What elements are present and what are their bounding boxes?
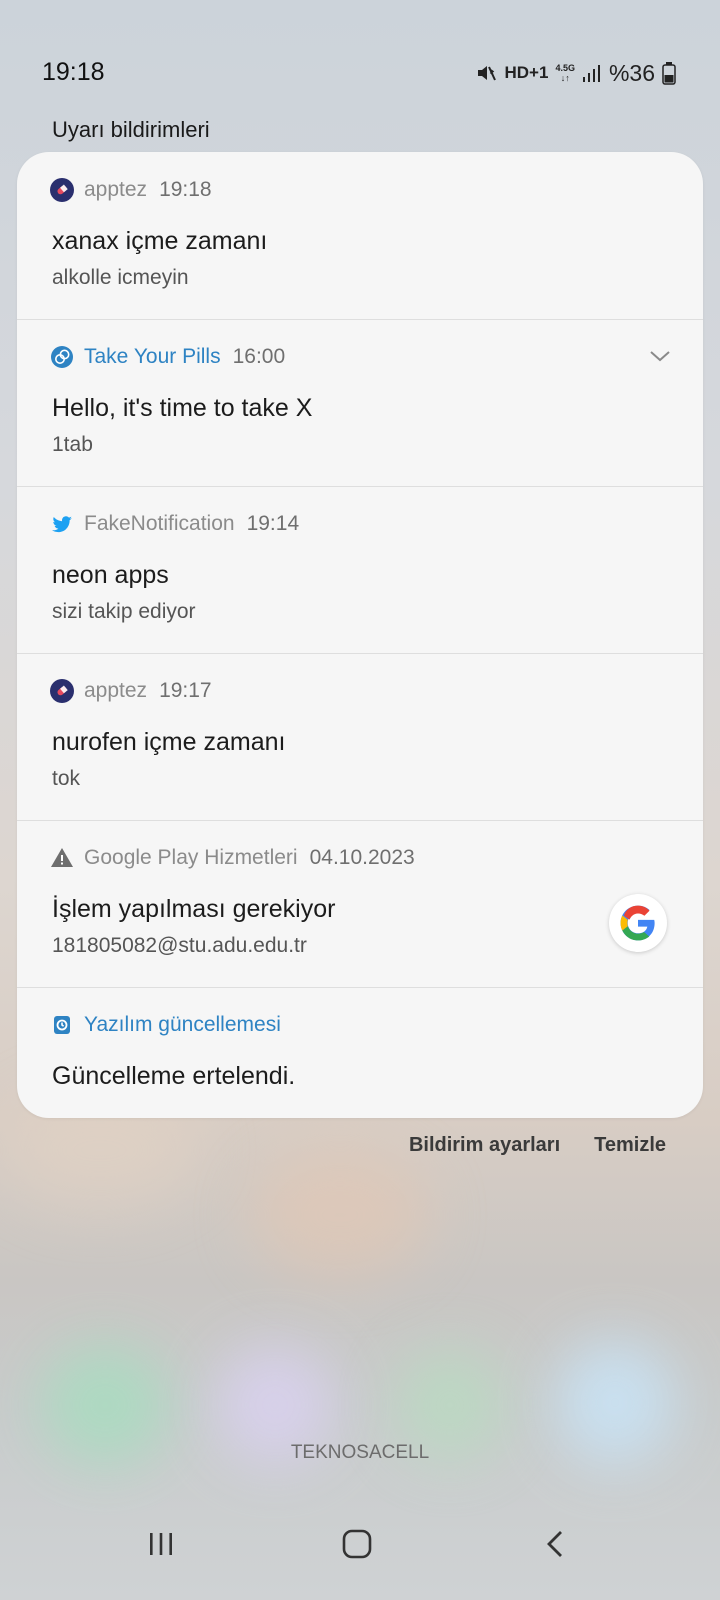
notification-time: 19:17 xyxy=(159,679,212,702)
app-name: Take Your Pills xyxy=(84,345,221,368)
wallpaper-blur xyxy=(250,1150,430,1280)
clock: 19:18 xyxy=(42,58,105,86)
apptez-icon xyxy=(50,178,74,202)
notification-item[interactable]: Google Play Hizmetleri 04.10.2023 İşlem … xyxy=(17,820,703,988)
notification-time: 19:14 xyxy=(246,512,300,535)
notification-body: alkolle icmeyin xyxy=(52,266,189,289)
notification-settings-button[interactable]: Bildirim ayarları xyxy=(409,1134,560,1157)
notification-title: neon apps xyxy=(52,561,169,589)
notification-title: İşlem yapılması gerekiyor xyxy=(52,895,336,923)
notification-item[interactable]: Take Your Pills 16:00 Hello, it's time t… xyxy=(17,319,703,487)
notification-header: Yazılım güncellemesi xyxy=(50,1013,281,1037)
notification-time: 16:00 xyxy=(232,345,286,368)
status-icons: HD+1 4.5G ↓↑ %36 xyxy=(474,58,677,88)
notification-item[interactable]: apptez 19:18 xanax içme zamanı alkolle i… xyxy=(17,152,703,320)
notification-actions: Bildirim ayarları Temizle xyxy=(409,1134,666,1157)
app-name: FakeNotification xyxy=(84,512,235,535)
notification-item[interactable]: FakeNotification 19:14 neon apps sizi ta… xyxy=(17,486,703,654)
notification-item[interactable]: Yazılım güncellemesi Güncelleme ertelend… xyxy=(17,987,703,1118)
twitter-bird-icon xyxy=(50,512,74,536)
battery-percent: %36 xyxy=(608,59,655,86)
chevron-down-icon[interactable] xyxy=(649,349,671,363)
signal-icon xyxy=(582,63,602,83)
notification-body: 1tab xyxy=(52,433,93,456)
app-name: Yazılım güncellemesi xyxy=(84,1013,281,1036)
pill-icon xyxy=(50,345,74,369)
carrier-label: TEKNOSACELL xyxy=(290,1442,430,1463)
network-label: HD+1 xyxy=(504,63,549,82)
mute-vibrate-icon xyxy=(474,61,498,85)
recents-icon[interactable] xyxy=(131,1514,191,1574)
notification-title: xanax içme zamanı xyxy=(52,227,268,255)
section-title: Uyarı bildirimleri xyxy=(52,117,210,142)
google-logo-icon xyxy=(609,894,667,952)
home-icon[interactable] xyxy=(327,1514,387,1574)
app-name: apptez xyxy=(84,178,148,201)
notification-body: 181805082@stu.adu.edu.tr xyxy=(52,934,307,957)
notification-panel: apptez 19:18 xanax içme zamanı alkolle i… xyxy=(17,152,703,1118)
navigation-bar xyxy=(0,1500,720,1600)
notification-title: nurofen içme zamanı xyxy=(52,728,286,756)
app-name: apptez xyxy=(84,679,148,702)
apptez-icon xyxy=(50,679,74,703)
back-icon[interactable] xyxy=(525,1514,585,1574)
notification-header: Take Your Pills 16:00 xyxy=(50,345,285,369)
battery-icon xyxy=(662,61,676,85)
notification-body: tok xyxy=(52,767,81,790)
software-update-icon xyxy=(50,1013,74,1037)
notification-header: apptez 19:18 xyxy=(50,178,212,202)
notification-header: Google Play Hizmetleri 04.10.2023 xyxy=(50,846,415,870)
network-generation: 4.5G ↓↑ xyxy=(555,63,575,83)
warning-icon xyxy=(50,846,74,870)
notification-header: FakeNotification 19:14 xyxy=(50,512,299,536)
notification-title: Güncelleme ertelendi. xyxy=(52,1062,296,1090)
notification-title: Hello, it's time to take X xyxy=(52,394,313,422)
app-name: Google Play Hizmetleri xyxy=(84,846,298,869)
clear-button[interactable]: Temizle xyxy=(594,1134,666,1157)
notification-item[interactable]: apptez 19:17 nurofen içme zamanı tok xyxy=(17,653,703,821)
notification-time: 19:18 xyxy=(159,178,212,201)
notification-header: apptez 19:17 xyxy=(50,679,212,703)
notification-time: 04.10.2023 xyxy=(309,846,415,869)
notification-body: sizi takip ediyor xyxy=(52,600,196,623)
